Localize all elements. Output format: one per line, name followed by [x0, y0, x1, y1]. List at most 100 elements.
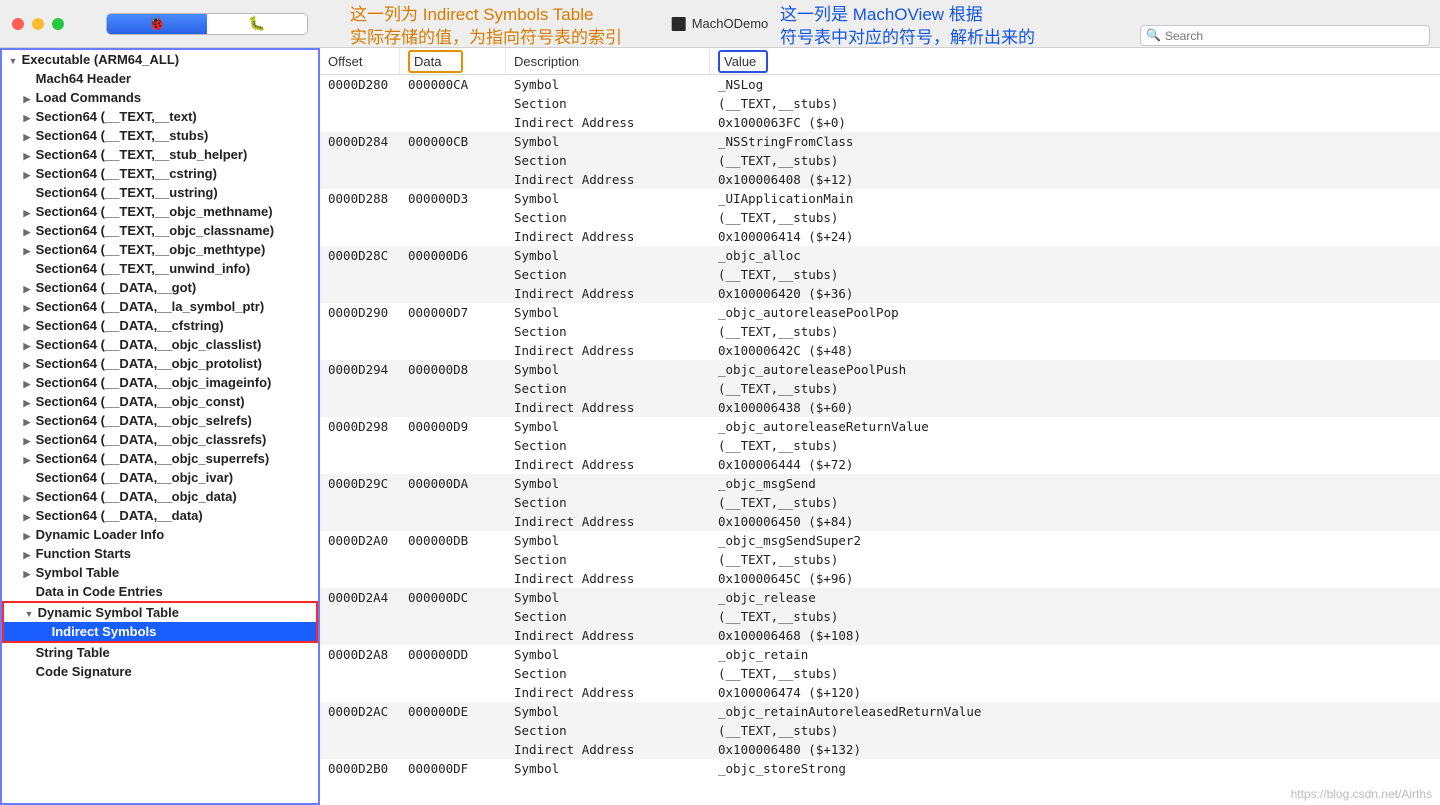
cell-data: 000000D6: [400, 246, 506, 265]
toolbar-seg-right[interactable]: 🐛: [207, 14, 307, 34]
tree-item[interactable]: ▶ Section64 (__DATA,__objc_classrefs): [2, 430, 318, 449]
table-row[interactable]: 0000D294000000D8Symbol_objc_autoreleaseP…: [320, 360, 1440, 379]
col-offset[interactable]: Offset: [320, 48, 400, 74]
tree-item[interactable]: Data in Code Entries: [2, 582, 318, 601]
table-row[interactable]: Section(__TEXT,__stubs): [320, 379, 1440, 398]
table-row[interactable]: Indirect Address0x100006438 ($+60): [320, 398, 1440, 417]
table-row[interactable]: 0000D290000000D7Symbol_objc_autoreleaseP…: [320, 303, 1440, 322]
cell-offset: [320, 512, 400, 531]
table-row[interactable]: Indirect Address0x1000063FC ($+0): [320, 113, 1440, 132]
table-row[interactable]: 0000D284000000CBSymbol_NSStringFromClass: [320, 132, 1440, 151]
cell-data: [400, 493, 506, 512]
table-row[interactable]: 0000D29C000000DASymbol_objc_msgSend: [320, 474, 1440, 493]
table-row[interactable]: 0000D28C000000D6Symbol_objc_alloc: [320, 246, 1440, 265]
tree-item[interactable]: ▶ Load Commands: [2, 88, 318, 107]
table-row[interactable]: Section(__TEXT,__stubs): [320, 664, 1440, 683]
table-row[interactable]: Section(__TEXT,__stubs): [320, 607, 1440, 626]
tree-item[interactable]: ▶ Section64 (__DATA,__objc_classlist): [2, 335, 318, 354]
table-row[interactable]: 0000D2B0000000DFSymbol_objc_storeStrong: [320, 759, 1440, 778]
minimize-icon[interactable]: [32, 18, 44, 30]
disclosure-arrow-icon[interactable]: ▼: [8, 52, 18, 71]
table-row[interactable]: 0000D288000000D3Symbol_UIApplicationMain: [320, 189, 1440, 208]
table-row[interactable]: Indirect Address0x100006450 ($+84): [320, 512, 1440, 531]
tree-item[interactable]: Code Signature: [2, 662, 318, 681]
tree-item[interactable]: String Table: [2, 643, 318, 662]
tree-item[interactable]: ▼ Executable (ARM64_ALL): [2, 50, 318, 69]
titlebar: 🐞 🐛 MachODemo 🔍 这一列为 Indirect Symbols Ta…: [0, 0, 1440, 48]
table-row[interactable]: Section(__TEXT,__stubs): [320, 436, 1440, 455]
table-row[interactable]: Section(__TEXT,__stubs): [320, 322, 1440, 341]
cell-data: 000000DA: [400, 474, 506, 493]
tree-item[interactable]: ▶ Section64 (__DATA,__objc_selrefs): [2, 411, 318, 430]
toolbar-segmented-control[interactable]: 🐞 🐛: [106, 13, 308, 35]
col-description[interactable]: Description: [506, 48, 710, 74]
column-headers: Offset Data Description Value: [320, 48, 1440, 75]
tree-item[interactable]: ▶ Section64 (__DATA,__la_symbol_ptr): [2, 297, 318, 316]
table-row[interactable]: Indirect Address0x10000642C ($+48): [320, 341, 1440, 360]
tree-item[interactable]: Mach64 Header: [2, 69, 318, 88]
toolbar-seg-left[interactable]: 🐞: [107, 14, 207, 34]
tree-item[interactable]: ▶ Section64 (__DATA,__objc_data): [2, 487, 318, 506]
table-row[interactable]: 0000D2A4000000DCSymbol_objc_release: [320, 588, 1440, 607]
data-group: 0000D2A0000000DBSymbol_objc_msgSendSuper…: [320, 531, 1440, 588]
tree-item[interactable]: ▶ Section64 (__DATA,__got): [2, 278, 318, 297]
content-table[interactable]: Offset Data Description Value 0000D28000…: [320, 48, 1440, 805]
table-row[interactable]: Section(__TEXT,__stubs): [320, 151, 1440, 170]
table-row[interactable]: 0000D2AC000000DESymbol_objc_retainAutore…: [320, 702, 1440, 721]
col-value[interactable]: Value: [710, 48, 1440, 74]
table-row[interactable]: Section(__TEXT,__stubs): [320, 94, 1440, 113]
search-input[interactable]: [1140, 25, 1430, 46]
tree-item[interactable]: ▶ Symbol Table: [2, 563, 318, 582]
tree-item[interactable]: ▶ Section64 (__TEXT,__stub_helper): [2, 145, 318, 164]
table-row[interactable]: Indirect Address0x100006408 ($+12): [320, 170, 1440, 189]
tree-item-label: Load Commands: [32, 90, 141, 105]
tree-item[interactable]: ▶ Section64 (__TEXT,__objc_methname): [2, 202, 318, 221]
table-row[interactable]: Section(__TEXT,__stubs): [320, 721, 1440, 740]
tree-item[interactable]: Section64 (__TEXT,__unwind_info): [2, 259, 318, 278]
tree-item[interactable]: ▶ Section64 (__DATA,__objc_const): [2, 392, 318, 411]
tree-item[interactable]: ▼ Dynamic Symbol Table: [4, 603, 316, 622]
tree-item[interactable]: ▶ Section64 (__TEXT,__objc_methtype): [2, 240, 318, 259]
tree-item[interactable]: ▶ Section64 (__TEXT,__objc_classname): [2, 221, 318, 240]
cell-offset: [320, 493, 400, 512]
disclosure-arrow-icon[interactable]: ▼: [24, 605, 34, 624]
cell-data: [400, 740, 506, 759]
table-row[interactable]: Section(__TEXT,__stubs): [320, 550, 1440, 569]
tree-item[interactable]: Section64 (__DATA,__objc_ivar): [2, 468, 318, 487]
table-row[interactable]: Indirect Address0x100006468 ($+108): [320, 626, 1440, 645]
tree-item[interactable]: ▶ Section64 (__TEXT,__text): [2, 107, 318, 126]
table-row[interactable]: 0000D2A8000000DDSymbol_objc_retain: [320, 645, 1440, 664]
tree-item[interactable]: ▶ Section64 (__TEXT,__stubs): [2, 126, 318, 145]
table-row[interactable]: 0000D2A0000000DBSymbol_objc_msgSendSuper…: [320, 531, 1440, 550]
search-field-wrap: 🔍: [1140, 25, 1430, 46]
cell-data: 000000DC: [400, 588, 506, 607]
table-row[interactable]: Section(__TEXT,__stubs): [320, 265, 1440, 284]
col-data[interactable]: Data: [400, 48, 506, 74]
tree-item[interactable]: Section64 (__TEXT,__ustring): [2, 183, 318, 202]
table-row[interactable]: Indirect Address0x100006414 ($+24): [320, 227, 1440, 246]
tree-item[interactable]: ▶ Section64 (__DATA,__objc_superrefs): [2, 449, 318, 468]
table-row[interactable]: Indirect Address0x100006480 ($+132): [320, 740, 1440, 759]
tree-item[interactable]: Indirect Symbols: [4, 622, 316, 641]
table-row[interactable]: Section(__TEXT,__stubs): [320, 493, 1440, 512]
tree-item[interactable]: ▶ Section64 (__DATA,__cfstring): [2, 316, 318, 335]
cell-value: _objc_retainAutoreleasedReturnValue: [710, 702, 1440, 721]
table-row[interactable]: Indirect Address0x100006444 ($+72): [320, 455, 1440, 474]
table-row[interactable]: Indirect Address0x10000645C ($+96): [320, 569, 1440, 588]
tree-item[interactable]: ▶ Section64 (__DATA,__objc_imageinfo): [2, 373, 318, 392]
tree-item[interactable]: ▶ Section64 (__DATA,__data): [2, 506, 318, 525]
tree-item[interactable]: ▶ Dynamic Loader Info: [2, 525, 318, 544]
table-row[interactable]: 0000D298000000D9Symbol_objc_autoreleaseR…: [320, 417, 1440, 436]
tree-item[interactable]: ▶ Section64 (__TEXT,__cstring): [2, 164, 318, 183]
table-row[interactable]: 0000D280000000CASymbol_NSLog: [320, 75, 1440, 94]
cell-value: _UIApplicationMain: [710, 189, 1440, 208]
table-row[interactable]: Indirect Address0x100006474 ($+120): [320, 683, 1440, 702]
table-row[interactable]: Indirect Address0x100006420 ($+36): [320, 284, 1440, 303]
sidebar[interactable]: ▼ Executable (ARM64_ALL) Mach64 Header▶ …: [0, 48, 320, 805]
tree-item[interactable]: ▶ Function Starts: [2, 544, 318, 563]
zoom-icon[interactable]: [52, 18, 64, 30]
cell-description: Indirect Address: [506, 227, 710, 246]
tree-item[interactable]: ▶ Section64 (__DATA,__objc_protolist): [2, 354, 318, 373]
close-icon[interactable]: [12, 18, 24, 30]
table-row[interactable]: Section(__TEXT,__stubs): [320, 208, 1440, 227]
